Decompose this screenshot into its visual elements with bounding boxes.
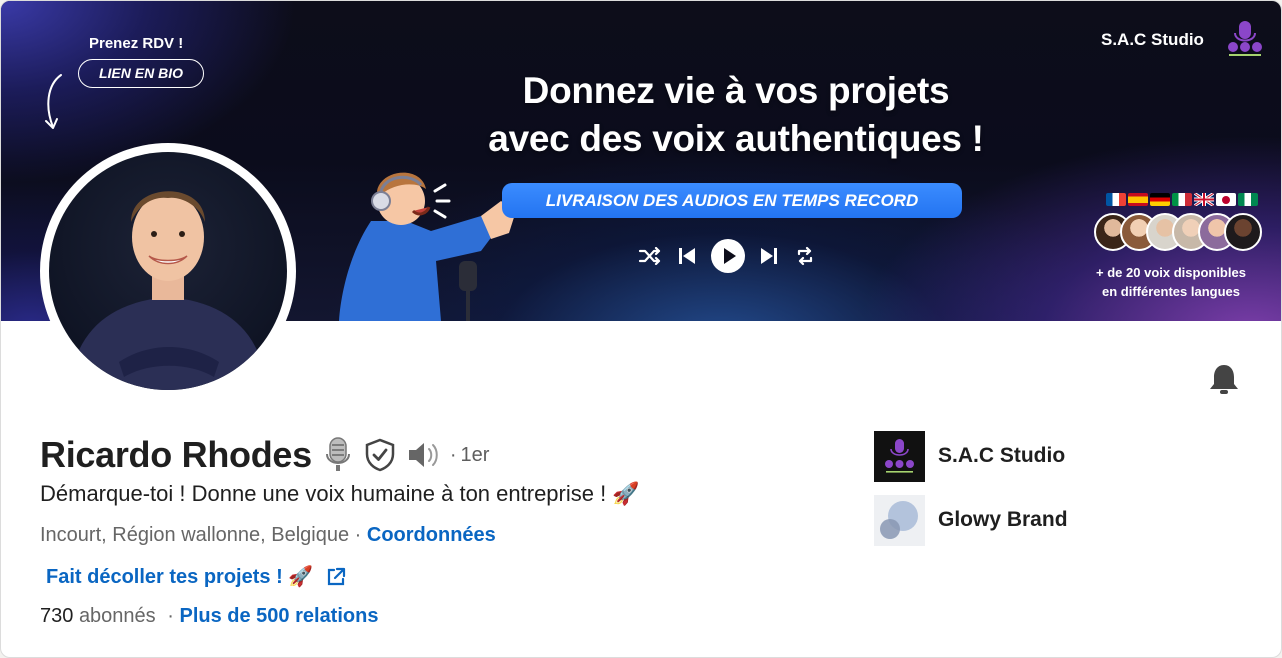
profile-location: Incourt, Région wallonne, Belgique [40,524,350,546]
flag-nigeria-icon [1238,193,1258,206]
bell-icon[interactable] [1206,361,1242,397]
flag-spain-icon [1128,193,1148,206]
voices-line2: en différentes langues [1102,284,1240,299]
voice-avatar [1224,213,1262,251]
profile-headline: Démarque-toi ! Donne une voix humaine à … [40,481,640,506]
previous-icon [674,237,700,275]
voices-line1: + de 20 voix disponibles [1096,265,1246,280]
microphone-icon [322,436,354,474]
profile-card: Prenez RDV ! LIEN EN BIO Donnez vie à vo… [0,0,1282,658]
banner-headline-line1: Donnez vie à vos projets [522,70,950,111]
company-sac-studio[interactable]: S.A.C Studio [874,430,1065,482]
location-row: Incourt, Région wallonne, Belgique · Coo… [40,524,496,547]
company-name: Glowy Brand [938,508,1068,531]
studio-logo-icon [1228,21,1262,56]
followers-row: 730 abonnés · Plus de 500 relations [40,605,378,628]
website-link-label: Fait décoller tes projets ! 🚀 [46,566,314,588]
repeat-icon [792,237,818,275]
flag-italy-icon [1172,193,1192,206]
voices-available-text: + de 20 voix disponibles en différentes … [1071,263,1271,301]
shuffle-icon [634,237,666,275]
flag-uk-icon [1194,193,1214,206]
banner-brand-name: S.A.C Studio [1101,30,1204,49]
banner-headline: Donnez vie à vos projets avec des voix a… [401,67,1071,163]
degree-label: 1er [460,443,490,466]
voice-avatars [1094,213,1264,253]
profile-name: Ricardo Rhodes [40,434,312,475]
followers-separator: · [167,605,174,627]
play-icon [710,237,746,275]
company-name: S.A.C Studio [938,444,1066,467]
curved-arrow-icon [45,74,62,129]
followers-label: abonnés [78,605,156,627]
flag-france-icon [1106,193,1126,206]
voice-actor-illustration [339,172,516,321]
next-icon [756,237,782,275]
language-flags [1106,193,1258,206]
website-link[interactable]: Fait décoller tes projets ! 🚀 [46,564,347,589]
connections-link[interactable]: Plus de 500 relations [179,605,378,627]
profile-photo-image [49,152,287,390]
flag-germany-icon [1150,193,1170,206]
sac-studio-logo [874,430,925,482]
followers-count: 730 [40,605,74,627]
banner-cta-text: Prenez RDV ! [89,35,184,52]
speaker-icon[interactable] [406,440,440,470]
profile-photo[interactable] [40,143,296,399]
banner-link-pill: LIEN EN BIO [78,59,204,88]
name-row: Ricardo Rhodes · 1er [40,433,489,477]
degree-separator: · [449,443,457,466]
banner-headline-line2: avec des voix authentiques ! [488,118,984,159]
location-separator: · [354,524,362,546]
contact-info-link[interactable]: Coordonnées [367,524,496,546]
delivery-banner-button: LIVRAISON DES AUDIOS EN TEMPS RECORD [502,183,962,218]
verified-shield-icon[interactable] [364,438,396,472]
connection-degree: · 1er [450,444,490,467]
external-link-icon [328,567,346,585]
glowy-brand-logo [874,494,925,546]
company-glowy-brand[interactable]: Glowy Brand [874,494,1068,546]
flag-japan-icon [1216,193,1236,206]
audio-player-controls [634,237,824,275]
